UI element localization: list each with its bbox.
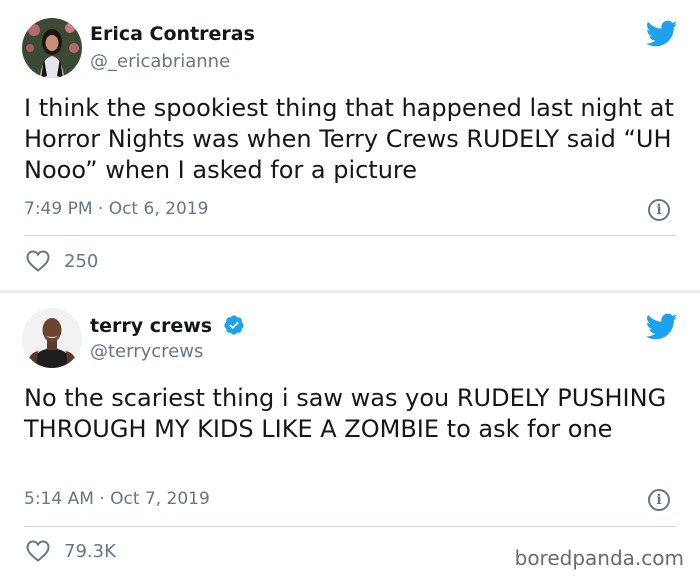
author-name[interactable]: Erica Contreras [90, 23, 255, 45]
heart-outline-icon [26, 540, 50, 562]
author-handle[interactable]: @terrycrews [90, 341, 203, 362]
tweet-timestamp[interactable]: 5:14 AM · Oct 7, 2019 [24, 489, 210, 509]
divider [24, 526, 676, 527]
like-count: 79.3K [64, 540, 116, 562]
twitter-bird-icon[interactable] [646, 313, 678, 341]
avatar[interactable] [22, 18, 82, 78]
watermark: boredpanda.com [514, 546, 684, 570]
author-handle[interactable]: @_ericabrianne [90, 51, 230, 72]
like-button[interactable]: 250 [26, 250, 98, 272]
avatar[interactable] [22, 308, 82, 368]
divider [24, 235, 676, 236]
heart-outline-icon [26, 250, 50, 272]
twitter-bird-icon[interactable] [646, 20, 678, 48]
tweet-text: I think the spookiest thing that happene… [24, 94, 674, 184]
author-name[interactable]: terry crews [90, 314, 245, 337]
tweet-timestamp[interactable]: 7:49 PM · Oct 6, 2019 [24, 199, 208, 219]
tweet-text: No the scariest thing i saw was you RUDE… [24, 384, 667, 443]
info-icon[interactable]: i [648, 489, 670, 511]
like-count: 250 [64, 250, 99, 272]
like-button[interactable]: 79.3K [26, 540, 116, 562]
verified-badge-icon [224, 315, 244, 335]
tweet-card-1: Erica Contreras @_ericabrianne I think t… [0, 0, 700, 290]
info-icon[interactable]: i [648, 199, 670, 221]
tweet-card-2: terry crews @terrycrews No the scariest … [0, 293, 700, 580]
